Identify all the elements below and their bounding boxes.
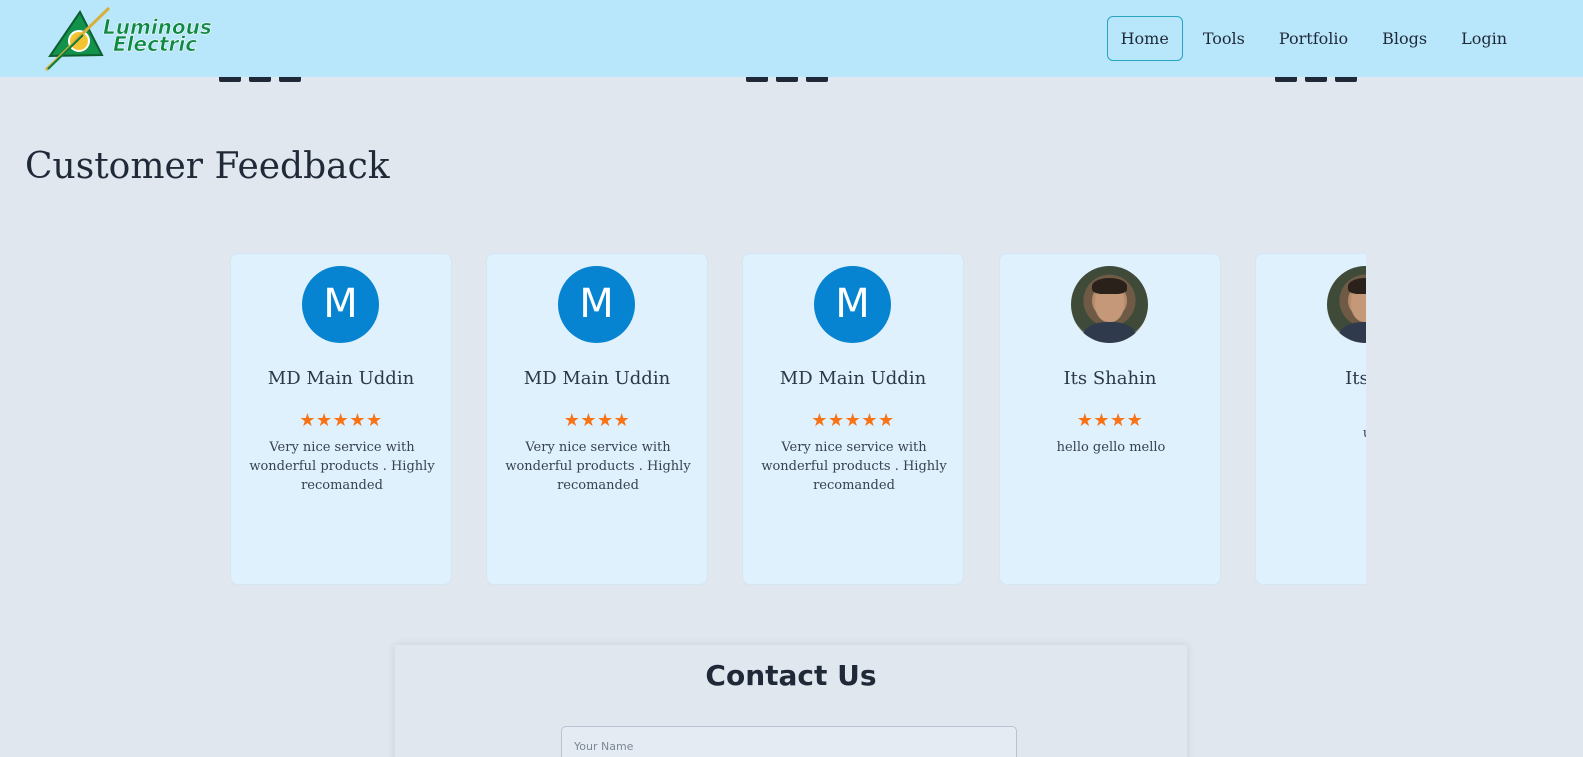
reviewer-name: MD Main Uddin (523, 368, 671, 389)
nav-login-link[interactable]: Login (1447, 16, 1521, 61)
avatar: M (814, 266, 891, 343)
feedback-comment: u (1270, 424, 1366, 443)
feedback-comment: hello gello mello (1056, 440, 1166, 455)
feedback-card: M MD Main Uddin ★★★★ Very nice service w… (486, 253, 708, 585)
feedback-card: Its Shahin ★★★★ hello gello mello (999, 253, 1221, 585)
feedback-comment: Very nice service with wonderful product… (249, 440, 435, 493)
customer-feedback-carousel[interactable]: M MD Main Uddin ★★★★★ Very nice service … (230, 253, 1366, 585)
profile-photo-avatar (1071, 266, 1148, 343)
nav-portfolio-link[interactable]: Portfolio (1265, 16, 1362, 61)
contact-us-title: Contact Us (705, 659, 877, 692)
primary-nav: Home Tools Portfolio Blogs Login (1106, 16, 1521, 61)
feedback-card: M MD Main Uddin ★★★★★ Very nice service … (230, 253, 452, 585)
your-name-input[interactable] (561, 726, 1017, 757)
avatar: M (302, 266, 379, 343)
feedback-comment: Very nice service with wonderful product… (505, 440, 691, 493)
reviewer-name: Its S (1345, 368, 1366, 389)
svg-text:Electric: Electric (113, 32, 197, 56)
reviewer-name: MD Main Uddin (779, 368, 927, 389)
nav-home-link[interactable]: Home (1106, 16, 1183, 61)
feedback-card: M MD Main Uddin ★★★★★ Very nice service … (742, 253, 964, 585)
reviewer-name: Its Shahin (1063, 368, 1157, 389)
reviewer-name: MD Main Uddin (267, 368, 415, 389)
nav-blogs-link[interactable]: Blogs (1368, 16, 1441, 61)
avatar: M (558, 266, 635, 343)
customer-feedback-title: Customer Feedback (25, 146, 390, 187)
star-rating: ★★★★★ (811, 410, 895, 431)
nav-tools-link[interactable]: Tools (1189, 16, 1259, 61)
contact-us-section: Contact Us (395, 645, 1187, 757)
profile-photo-avatar (1327, 266, 1366, 343)
feedback-comment: Very nice service with wonderful product… (761, 440, 947, 493)
star-rating: ★★★★ (1076, 410, 1144, 431)
feedback-card: Its S u (1255, 253, 1366, 585)
star-rating: ★★★★ (563, 410, 631, 431)
star-rating: ★★★★★ (299, 410, 383, 431)
luminous-electric-logo[interactable]: Luminous Electric (44, 6, 219, 72)
top-navbar: Luminous Electric Home Tools Portfolio B… (0, 0, 1583, 77)
